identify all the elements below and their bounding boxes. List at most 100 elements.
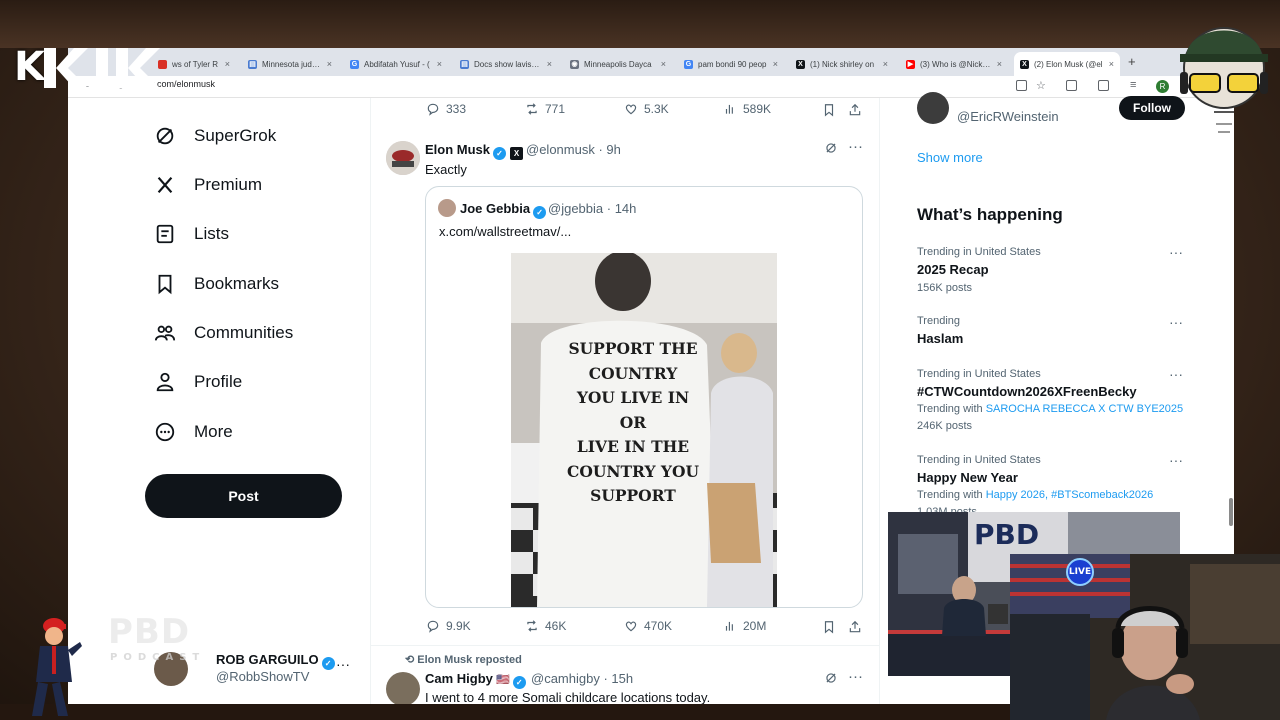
avatar[interactable] (438, 199, 456, 217)
sidebar-item-supergrok[interactable]: SuperGrok (154, 125, 276, 147)
menu-lines-icon[interactable]: ≡ (1130, 79, 1136, 91)
views-button[interactable]: 20M (723, 619, 766, 633)
more-dots-icon[interactable]: ··· (848, 668, 863, 685)
trends-heading: What’s happening (917, 205, 1063, 224)
more-circle-icon (155, 422, 175, 442)
suggested-handle[interactable]: @EricRWeinstein (957, 109, 1059, 124)
tweet-author-name[interactable]: Elon Musk ✓ X (425, 142, 524, 160)
reply-button[interactable]: 333 (426, 102, 466, 116)
person-icon (156, 372, 174, 392)
trend-name[interactable]: Haslam (917, 331, 963, 346)
show-more-link[interactable]: Show more (917, 150, 983, 165)
more-dots-icon[interactable]: ··· (1169, 366, 1183, 382)
avatar[interactable] (917, 92, 949, 124)
sidebar-item-label: Bookmarks (194, 274, 280, 293)
close-tab-icon[interactable]: × (327, 59, 332, 69)
sidebar-item-label: Communities (194, 323, 294, 342)
browser-tab[interactable]: X (1) Nick shirley on × (790, 52, 894, 76)
scrollbar[interactable] (1229, 498, 1233, 526)
sidepanel-icon[interactable] (1098, 80, 1109, 91)
close-tab-icon[interactable]: × (661, 59, 666, 69)
reply-button[interactable]: 9.9K (426, 619, 471, 633)
us-flag-icon: 🇺🇸 (492, 674, 510, 686)
more-dots-icon[interactable]: ··· (336, 656, 350, 672)
grok-icon[interactable] (824, 141, 838, 155)
browser-tab[interactable]: ▤ Minnesota judge sl × (242, 52, 338, 76)
communities-icon (154, 325, 176, 341)
sidebar-item-premium[interactable]: Premium (154, 174, 262, 196)
new-tab-button[interactable]: + (1128, 54, 1136, 69)
quoted-photo[interactable]: SUPPORT THE COUNTRY YOU LIVE IN OR LIVE IN T… (511, 253, 777, 607)
share-icon[interactable] (848, 620, 862, 634)
shirt-text-line: YOU LIVE IN (576, 388, 690, 407)
avatar[interactable] (386, 141, 420, 175)
trend-name[interactable]: #CTWCountdown2026XFreenBecky (917, 384, 1137, 399)
tab-label: Abdifatah Yusuf - ( (364, 59, 430, 69)
trend-name[interactable]: Happy New Year (917, 470, 1018, 485)
tab-label: Docs show lavish s (474, 59, 542, 69)
x-icon: X (796, 59, 805, 69)
tweet-author-meta: @camhigby · 15h (531, 671, 634, 686)
trend-post-count: 156K posts (917, 282, 973, 294)
browser-tab[interactable]: ◉ Minneapolis Dayca × (564, 52, 672, 76)
close-tab-icon[interactable]: × (1109, 59, 1114, 69)
star-icon[interactable]: ☆ (1036, 79, 1046, 92)
repost-button[interactable]: 46K (525, 619, 566, 633)
close-tab-icon[interactable]: × (773, 59, 778, 69)
pbd-logo-text: PBD (108, 612, 191, 652)
streamer-cartoon-avatar (1176, 12, 1272, 142)
globe-icon: ◉ (570, 59, 579, 69)
close-tab-icon[interactable]: × (225, 59, 230, 69)
repost-count: 46K (545, 619, 567, 633)
trend-name[interactable]: 2025 Recap (917, 262, 989, 277)
close-tab-icon[interactable]: × (883, 59, 888, 69)
verified-badge-icon: ✓ (321, 657, 335, 670)
repost-label[interactable]: ⟲ Elon Musk reposted (405, 653, 522, 666)
trend-post-count: 246K posts (917, 420, 973, 432)
reply-count: 9.9K (446, 619, 471, 633)
trend-related-link[interactable]: SAROCHA REBECCA X CTW BYE2025 (986, 403, 1183, 415)
close-tab-icon[interactable]: × (997, 59, 1002, 69)
like-button[interactable]: 5.3K (624, 102, 669, 116)
google-icon: G (350, 59, 359, 69)
grok-icon (156, 127, 174, 145)
trend-related-link[interactable]: Happy 2026, #BTScomeback2026 (986, 489, 1154, 501)
close-tab-icon[interactable]: × (547, 59, 552, 69)
trend-related: Trending with Happy 2026, #BTScomeback20… (917, 489, 1154, 501)
verified-badge-icon: ✓ (493, 147, 507, 160)
post-button[interactable]: Post (145, 474, 342, 518)
more-dots-icon[interactable]: ··· (1169, 314, 1183, 330)
bookmark-icon[interactable] (822, 620, 836, 634)
more-dots-icon[interactable]: ··· (1169, 452, 1183, 468)
sidebar-item-bookmarks[interactable]: Bookmarks (154, 273, 279, 295)
shirt-text-line: COUNTRY (588, 363, 678, 383)
sidebar-item-communities[interactable]: Communities (154, 322, 293, 344)
share-icon[interactable] (848, 103, 862, 117)
sidebar-item-lists[interactable]: Lists (154, 223, 229, 245)
browser-tab[interactable]: X (2) Elon Musk (@el × (1014, 52, 1120, 76)
browser-tab[interactable]: ▤ Docs show lavish s × (454, 52, 558, 76)
close-tab-icon[interactable]: × (437, 59, 442, 69)
x-icon: X (1020, 59, 1029, 69)
more-dots-icon[interactable]: ··· (848, 138, 863, 155)
sidebar-item-more[interactable]: More (154, 421, 233, 443)
views-button[interactable]: 589K (723, 102, 771, 116)
extensions-icon[interactable] (1066, 80, 1077, 91)
profile-avatar[interactable]: R (1156, 80, 1169, 93)
avatar[interactable] (386, 672, 420, 704)
bookmark-icon[interactable] (822, 103, 836, 117)
heart-icon (625, 621, 637, 632)
sidebar-item-profile[interactable]: Profile (154, 371, 242, 393)
like-button[interactable]: 470K (624, 619, 672, 633)
quoted-author-name[interactable]: Joe Gebbia ✓ (460, 201, 547, 219)
browser-tab[interactable]: Gpam bondi 90 peop × (678, 52, 784, 76)
tweet-author-name[interactable]: Cam Higby 🇺🇸 ✓ (425, 671, 526, 689)
quoted-link-text[interactable]: x.com/wallstreetmav/... (439, 224, 571, 239)
browser-tab[interactable]: G Abdifatah Yusuf - ( × (344, 52, 448, 76)
more-dots-icon[interactable]: ··· (1169, 244, 1183, 260)
repost-button[interactable]: 771 (525, 102, 565, 116)
browser-tab[interactable]: ▶ (3) Who is @NickSh × (900, 52, 1008, 76)
column-divider (879, 98, 880, 704)
cast-icon[interactable] (1016, 80, 1027, 91)
grok-icon[interactable] (824, 671, 838, 685)
